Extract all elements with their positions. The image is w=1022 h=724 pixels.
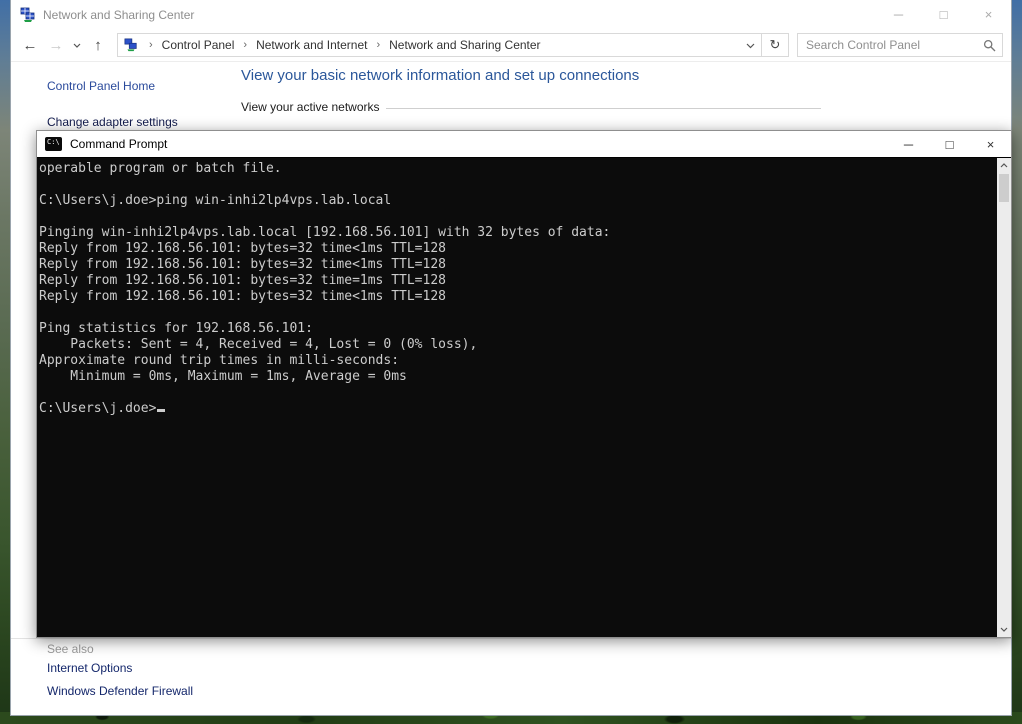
close-button[interactable]: ×	[966, 0, 1011, 29]
address-dropdown-icon[interactable]	[739, 38, 761, 52]
console-scrollbar[interactable]	[997, 158, 1011, 637]
search-input[interactable]	[798, 38, 976, 52]
refresh-button[interactable]: ↻	[761, 34, 788, 56]
back-button[interactable]: ←	[17, 32, 43, 58]
sidebar-item-internet-options[interactable]: Internet Options	[47, 661, 132, 675]
sidebar-item-control-panel-home[interactable]: Control Panel Home	[47, 79, 155, 93]
window-title: Network and Sharing Center	[43, 7, 195, 22]
search-box	[797, 33, 1003, 57]
navigation-toolbar: ← → ↑ › Control Panel › Network and Inte…	[11, 29, 1011, 62]
scroll-down-icon[interactable]	[997, 622, 1011, 637]
cmd-titlebar[interactable]: C:\ Command Prompt ─ □ ×	[37, 131, 1011, 158]
see-also-section: See also Internet Options Windows Defend…	[11, 638, 1011, 698]
breadcrumb-separator-icon: ›	[149, 39, 153, 51]
cmd-close-button[interactable]: ×	[970, 131, 1011, 158]
breadcrumb: › Control Panel › Network and Internet ›…	[118, 36, 739, 54]
command-prompt-window: C:\ Command Prompt ─ □ × operable progra…	[36, 130, 1012, 638]
cmd-minimize-button[interactable]: ─	[888, 131, 929, 158]
scrollbar-thumb[interactable]	[999, 174, 1009, 202]
breadcrumb-item-network-and-internet[interactable]: Network and Internet	[254, 36, 369, 54]
section-divider	[385, 108, 821, 109]
cmd-window-controls: ─ □ ×	[888, 131, 1011, 158]
up-button[interactable]: ↑	[85, 32, 111, 58]
address-location-icon	[124, 38, 138, 52]
search-icon[interactable]	[976, 39, 1002, 52]
forward-button[interactable]: →	[43, 32, 69, 58]
console-text: operable program or batch file. C:\Users…	[39, 161, 611, 416]
breadcrumb-item-network-sharing-center[interactable]: Network and Sharing Center	[387, 36, 542, 54]
console-cursor	[157, 409, 166, 412]
cmd-window-title: Command Prompt	[70, 137, 168, 151]
history-dropdown-icon[interactable]	[69, 32, 85, 58]
scroll-up-icon[interactable]	[997, 158, 1011, 173]
address-bar[interactable]: › Control Panel › Network and Internet ›…	[117, 33, 789, 57]
address-bar-controls: ↻	[739, 34, 788, 56]
active-networks-section: View your active networks	[241, 100, 821, 114]
network-window-titlebar[interactable]: Network and Sharing Center ─ □ ×	[11, 0, 1011, 29]
breadcrumb-separator-icon: ›	[376, 39, 381, 51]
cmd-app-icon: C:\	[45, 137, 62, 151]
network-app-icon	[20, 7, 36, 23]
see-also-header: See also	[11, 638, 1011, 656]
active-networks-label: View your active networks	[241, 100, 380, 114]
window-controls: ─ □ ×	[876, 0, 1011, 29]
page-title: View your basic network information and …	[241, 67, 640, 84]
maximize-button[interactable]: □	[921, 0, 966, 29]
sidebar-item-change-adapter-settings[interactable]: Change adapter settings	[47, 115, 178, 129]
breadcrumb-separator-icon: ›	[243, 39, 248, 51]
cmd-maximize-button[interactable]: □	[929, 131, 970, 158]
console-output[interactable]: operable program or batch file. C:\Users…	[37, 158, 1011, 637]
breadcrumb-item-control-panel[interactable]: Control Panel	[160, 36, 237, 54]
sidebar-item-windows-defender-firewall[interactable]: Windows Defender Firewall	[47, 684, 193, 698]
minimize-button[interactable]: ─	[876, 0, 921, 29]
